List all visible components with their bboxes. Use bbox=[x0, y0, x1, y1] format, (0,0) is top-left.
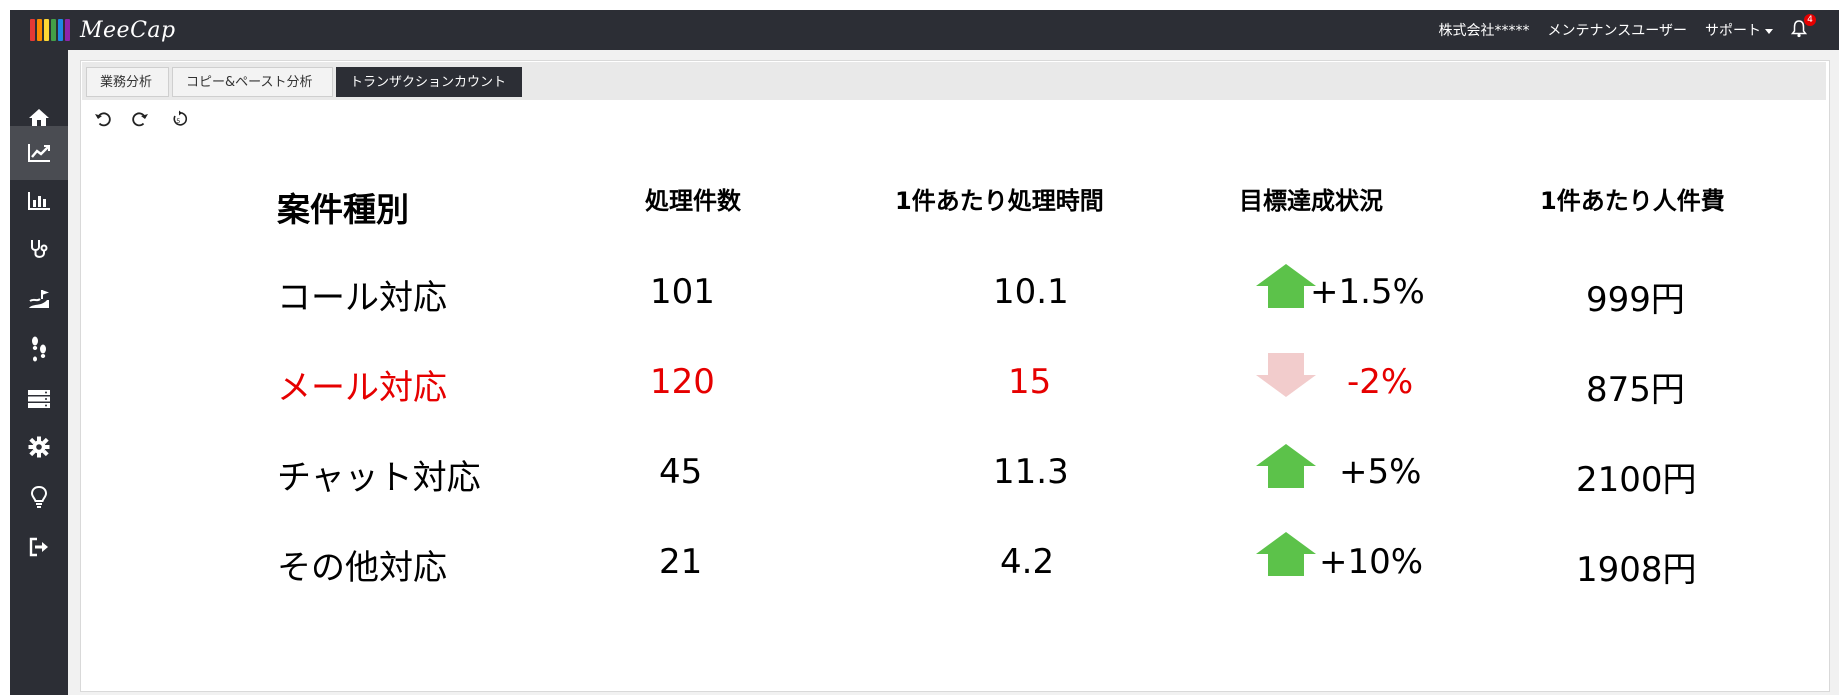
row-change: +10% bbox=[1319, 542, 1424, 582]
stethoscope-icon bbox=[31, 240, 48, 258]
row-count: 21 bbox=[659, 542, 703, 582]
sign-out-icon bbox=[29, 537, 48, 557]
row-cost: 2100円 bbox=[1576, 460, 1697, 500]
sidebar-item-ideas[interactable] bbox=[10, 470, 68, 524]
trend-up-arrow-icon bbox=[1256, 264, 1316, 308]
row-type: メール対応 bbox=[277, 368, 447, 408]
sidebar-item-settings[interactable] bbox=[10, 420, 68, 474]
row-cost: 1908円 bbox=[1576, 550, 1697, 590]
user-name[interactable]: メンテナンスユーザー bbox=[1548, 20, 1687, 40]
header-time-per-item: 1件あたり処理時間 bbox=[895, 187, 1104, 215]
trend-up-arrow-icon bbox=[1256, 444, 1316, 488]
sidebar-item-steps[interactable] bbox=[10, 322, 68, 376]
undo-icon bbox=[95, 112, 111, 127]
row-count: 45 bbox=[659, 452, 703, 492]
redo-button[interactable] bbox=[129, 108, 151, 130]
header-count: 処理件数 bbox=[645, 187, 741, 215]
tab-transaction-count[interactable]: トランザクションカウント bbox=[336, 67, 522, 97]
sidebar-item-reports[interactable] bbox=[10, 174, 68, 228]
row-type: その他対応 bbox=[277, 548, 447, 588]
sidebar-item-process[interactable] bbox=[10, 272, 68, 326]
logo-mark-icon bbox=[30, 19, 70, 41]
row-count: 120 bbox=[650, 362, 715, 402]
notification-badge: 4 bbox=[1804, 14, 1816, 26]
sidebar-item-servers[interactable] bbox=[10, 372, 68, 426]
sidebar bbox=[10, 50, 68, 695]
row-change: +5% bbox=[1339, 452, 1422, 492]
row-time: 10.1 bbox=[993, 272, 1069, 312]
bar-chart-icon bbox=[28, 192, 50, 210]
footprints-icon bbox=[32, 336, 46, 362]
row-change: +1.5% bbox=[1310, 272, 1425, 312]
svg-text:5: 5 bbox=[176, 117, 180, 125]
support-label: サポート bbox=[1705, 23, 1761, 39]
home-icon bbox=[29, 109, 49, 126]
road-flag-icon bbox=[29, 290, 49, 308]
row-time: 15 bbox=[1008, 362, 1052, 402]
row-change: -2% bbox=[1347, 362, 1414, 402]
sidebar-item-diagnostics[interactable] bbox=[10, 222, 68, 276]
row-count: 101 bbox=[650, 272, 715, 312]
gear-icon bbox=[28, 436, 50, 458]
header-case-type: 案件種別 bbox=[277, 190, 409, 229]
top-navbar: MeeCap 株式会社***** メンテナンスユーザー サポート 4 bbox=[10, 10, 1839, 50]
app-logo[interactable]: MeeCap bbox=[30, 16, 176, 44]
sidebar-item-logout[interactable] bbox=[10, 520, 68, 574]
row-cost: 999円 bbox=[1586, 280, 1685, 320]
trend-down-arrow-icon bbox=[1256, 353, 1316, 397]
row-type: コール対応 bbox=[277, 278, 447, 318]
lightbulb-icon bbox=[30, 485, 48, 508]
support-menu[interactable]: サポート bbox=[1705, 20, 1773, 40]
sidebar-item-analytics[interactable] bbox=[10, 126, 68, 180]
app-name: MeeCap bbox=[80, 17, 176, 43]
notification-button[interactable]: 4 bbox=[1790, 14, 1816, 40]
tab-business-analysis[interactable]: 業務分析 bbox=[86, 67, 169, 97]
reset-button[interactable]: 5 bbox=[168, 108, 190, 130]
tab-copy-paste-analysis[interactable]: コピー&ペースト分析 bbox=[172, 67, 333, 97]
row-cost: 875円 bbox=[1586, 370, 1685, 410]
row-time: 11.3 bbox=[993, 452, 1069, 492]
header-goal-status: 目標達成状況 bbox=[1239, 187, 1383, 215]
undo-button[interactable] bbox=[92, 108, 114, 130]
server-icon bbox=[28, 390, 50, 408]
reset-icon: 5 bbox=[173, 110, 188, 126]
redo-icon bbox=[132, 112, 148, 127]
company-name: 株式会社***** bbox=[1438, 23, 1530, 39]
row-type: チャット対応 bbox=[277, 458, 481, 498]
header-cost-per-item: 1件あたり人件費 bbox=[1540, 187, 1725, 215]
row-time: 4.2 bbox=[1000, 542, 1055, 582]
line-chart-icon bbox=[28, 144, 50, 162]
chevron-down-icon bbox=[1765, 28, 1773, 34]
trend-up-arrow-icon bbox=[1256, 532, 1316, 576]
